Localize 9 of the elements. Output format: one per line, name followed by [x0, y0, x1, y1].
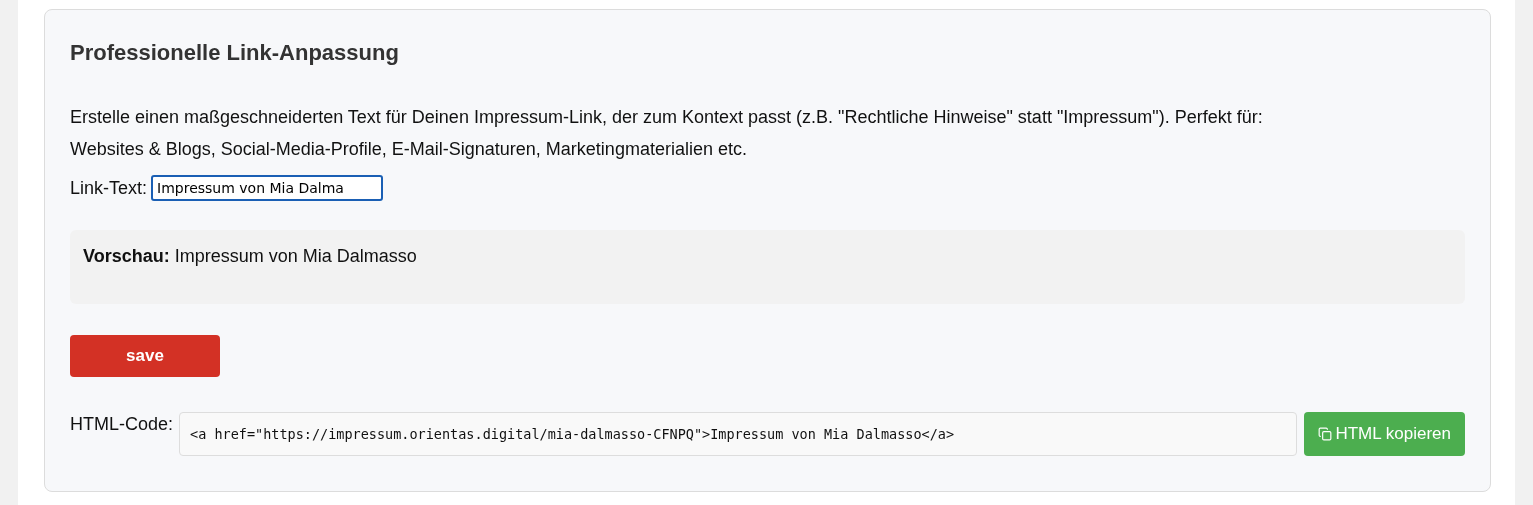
section-title: Professionelle Link-Anpassung [70, 40, 400, 66]
field-label: Link-Text: [70, 177, 148, 199]
save-button[interactable]: save [70, 335, 220, 377]
code-field[interactable]: <a href="https://impressum.orientas.digital/mia-dalmasso-CFNPQ">Impressum von Mia Dalmasso</a> [179, 412, 1298, 456]
copy-icon [1318, 427, 1333, 441]
input-field[interactable]: Impressum von Mia Dalma [151, 175, 384, 201]
field-label: HTML-Code: [70, 414, 174, 435]
preview-text: Vorschau: Impressum von Mia Dalmasso [83, 246, 417, 266]
description-text: Erstelle einen maßgeschneiderten Text für Deinen Impressum-Link, der zum Kontext passt (z.B. "Rechtliche Hinweise" statt "Impressum"). Perfekt für: Websites & Blogs, Social-Media-Profile, E-Mail-Signaturen, Marketingmaterialien etc. [70, 106, 1264, 161]
